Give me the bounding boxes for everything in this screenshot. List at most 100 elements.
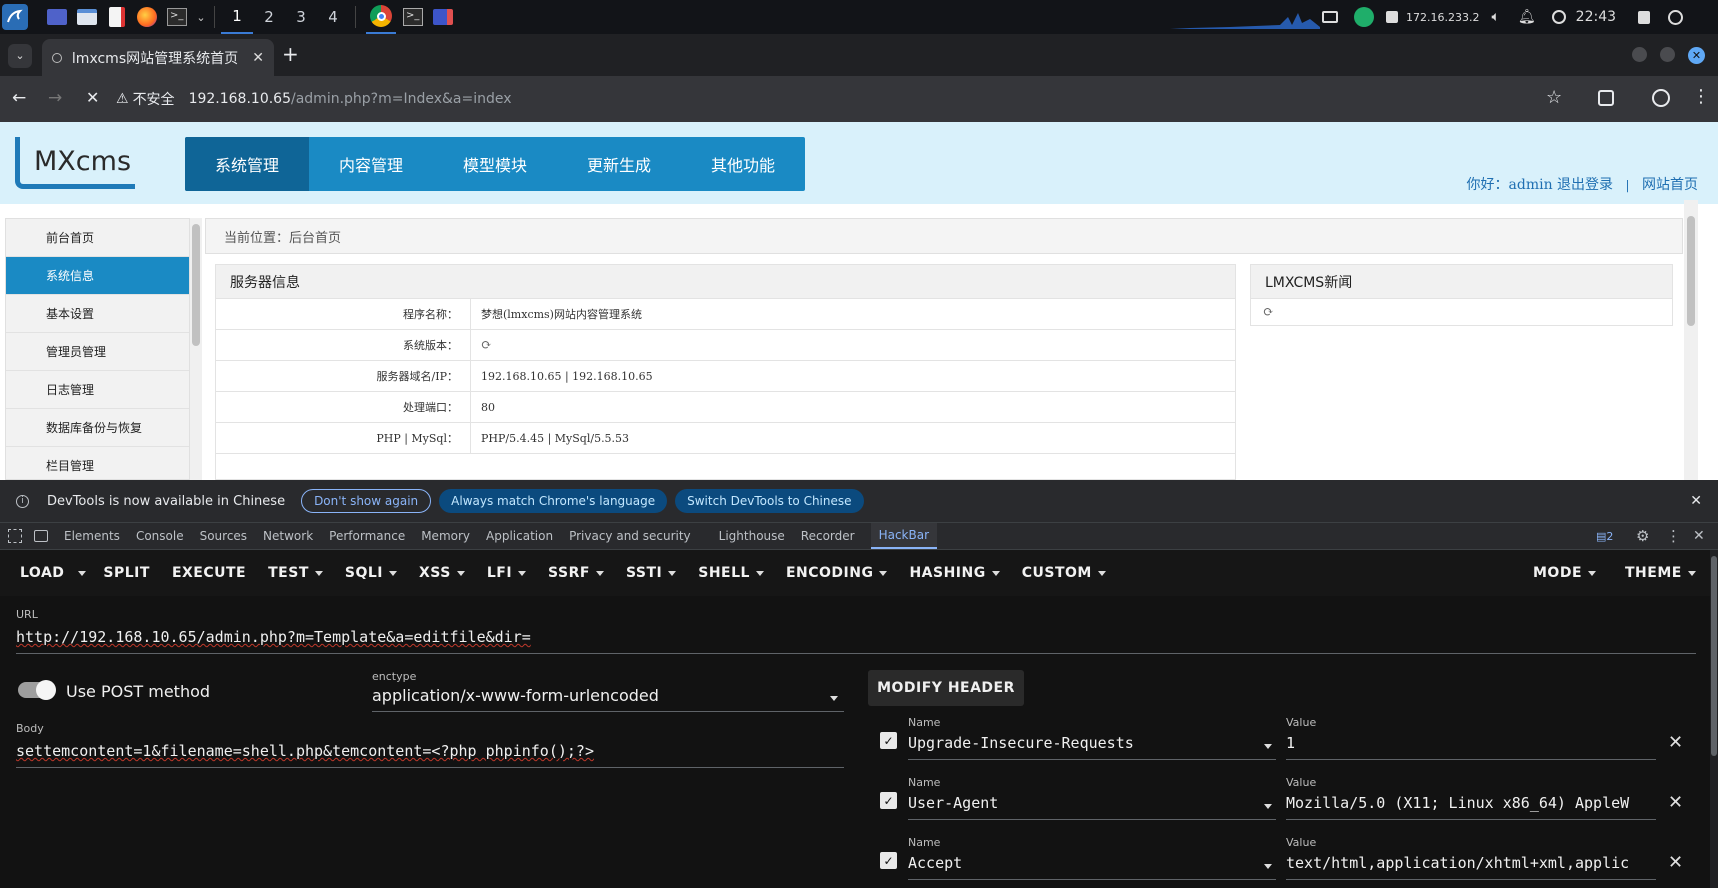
maximize-button[interactable] <box>1660 47 1675 62</box>
warning-icon[interactable]: ⚠ <box>116 91 129 107</box>
ssti-menu[interactable]: SSTI <box>615 550 687 596</box>
close-devtools-icon[interactable]: ✕ <box>1693 528 1705 544</box>
theme-menu[interactable]: THEME <box>1614 550 1707 596</box>
encoding-menu[interactable]: ENCODING <box>775 550 899 596</box>
tab-recorder[interactable]: Recorder <box>793 523 863 549</box>
nav-other[interactable]: 其他功能 <box>681 137 805 191</box>
sidebar-item-logs[interactable]: 日志管理 <box>6 371 189 409</box>
tab-sources[interactable]: Sources <box>192 523 255 549</box>
profile-icon[interactable] <box>1652 89 1670 107</box>
hackbar-scrollbar[interactable] <box>1710 550 1718 888</box>
security-label[interactable]: 不安全 <box>133 89 175 109</box>
volume-icon[interactable]: 🔈︎ <box>1491 9 1499 25</box>
close-banner-icon[interactable]: ✕ <box>1690 493 1702 509</box>
body-input[interactable]: settemcontent=1&filename=shell.php&temco… <box>16 742 844 768</box>
nav-content[interactable]: 内容管理 <box>309 137 433 191</box>
header-value-input[interactable]: text/html,application/xhtml+xml,applic <box>1286 854 1656 880</box>
header-name-input[interactable]: User-Agent <box>908 794 1276 820</box>
clock[interactable]: 22:43 <box>1576 9 1616 25</box>
lock-screen-icon[interactable] <box>1638 10 1651 24</box>
sidebar-item-columns[interactable]: 栏目管理 <box>6 447 189 480</box>
url-input[interactable]: http://192.168.10.65/admin.php?m=Templat… <box>16 628 1696 654</box>
remove-header-icon[interactable]: ✕ <box>1668 792 1683 813</box>
workspace-3[interactable]: 3 <box>285 0 317 34</box>
execute-button[interactable]: EXECUTE <box>161 550 257 596</box>
header-enabled-checkbox[interactable]: ✓ <box>880 792 897 809</box>
enctype-select[interactable]: application/x-www-form-urlencoded <box>372 686 844 712</box>
extensions-icon[interactable] <box>1598 90 1614 106</box>
desktop-icon[interactable] <box>44 4 70 30</box>
site-logo[interactable]: MXcms <box>15 137 135 189</box>
dont-show-again-button[interactable]: Don't show again <box>301 489 432 513</box>
ssrf-menu[interactable]: SSRF <box>537 550 615 596</box>
header-enabled-checkbox[interactable]: ✓ <box>880 852 897 869</box>
sidebar-item-basic[interactable]: 基本设置 <box>6 295 189 333</box>
modify-header-button[interactable]: MODIFY HEADER <box>868 670 1024 706</box>
tab-hackbar[interactable]: HackBar <box>870 523 938 549</box>
custom-menu[interactable]: CUSTOM <box>1011 550 1117 596</box>
address-bar[interactable]: ⚠ 不安全 192.168.10.65 /admin.php?m=Index&a… <box>116 83 1576 115</box>
tab-memory[interactable]: Memory <box>413 523 478 549</box>
split-button[interactable]: SPLIT <box>92 550 161 596</box>
settings-gear-icon[interactable]: ⚙ <box>1636 527 1649 545</box>
mode-menu[interactable]: MODE <box>1522 550 1607 596</box>
vpn-status-icon[interactable] <box>1354 7 1374 27</box>
forward-icon[interactable]: → <box>48 88 62 108</box>
terminal-window-icon[interactable]: >_ <box>400 4 426 30</box>
refresh-icon[interactable]: ⟳ <box>1263 305 1274 320</box>
workspace-2[interactable]: 2 <box>253 0 285 34</box>
load-dropdown[interactable] <box>72 550 92 596</box>
switch-chinese-button[interactable]: Switch DevTools to Chinese <box>675 489 864 513</box>
sidebar-item-sysinfo[interactable]: 系统信息 <box>6 257 189 295</box>
test-menu[interactable]: TEST <box>257 550 334 596</box>
back-icon[interactable]: ← <box>12 88 26 108</box>
tab-network[interactable]: Network <box>255 523 321 549</box>
workspace-4[interactable]: 4 <box>317 0 349 34</box>
header-value-input[interactable]: 1 <box>1286 734 1656 760</box>
monitor-icon[interactable] <box>1322 11 1338 23</box>
chevron-down-icon[interactable]: ⌄ <box>194 4 208 30</box>
browser-tab[interactable]: lmxcms网站管理系统首页 ✕ <box>42 39 274 76</box>
tab-performance[interactable]: Performance <box>321 523 413 549</box>
sidebar-item-admins[interactable]: 管理员管理 <box>6 333 189 371</box>
nav-system[interactable]: 系统管理 <box>185 137 309 191</box>
firefox-icon[interactable] <box>134 4 160 30</box>
power-icon[interactable] <box>1668 9 1684 25</box>
sidebar-scrollbar[interactable] <box>190 218 202 480</box>
workspace-1[interactable]: 1 <box>221 0 253 34</box>
remove-header-icon[interactable]: ✕ <box>1668 852 1683 873</box>
xss-menu[interactable]: XSS <box>408 550 476 596</box>
tab-elements[interactable]: Elements <box>56 523 128 549</box>
tab-lighthouse[interactable]: Lighthouse <box>711 523 793 549</box>
chrome-menu-icon[interactable]: ⋮ <box>1692 86 1710 107</box>
match-language-button[interactable]: Always match Chrome's language <box>439 489 668 513</box>
chrome-icon[interactable] <box>366 0 396 34</box>
hashing-menu[interactable]: HASHING <box>898 550 1010 596</box>
logout-link[interactable]: 退出登录 <box>1557 177 1613 193</box>
tab-console[interactable]: Console <box>128 523 192 549</box>
nav-update[interactable]: 更新生成 <box>557 137 681 191</box>
sqli-menu[interactable]: SQLI <box>334 550 408 596</box>
tab-privacy[interactable]: Privacy and security <box>561 523 699 549</box>
notifications-icon[interactable]: 🔔︎ <box>1518 9 1536 25</box>
burp-icon[interactable] <box>430 4 456 30</box>
page-scrollbar[interactable] <box>1684 200 1698 480</box>
issues-badge[interactable]: ▤2 <box>1596 530 1613 543</box>
post-method-toggle[interactable] <box>18 680 56 700</box>
stop-loading-icon[interactable]: ✕ <box>86 88 99 107</box>
text-editor-icon[interactable] <box>104 4 130 30</box>
close-window-button[interactable]: ✕ <box>1688 47 1705 64</box>
header-value-input[interactable]: Mozilla/5.0 (X11; Linux x86_64) AppleW <box>1286 794 1656 820</box>
files-icon[interactable] <box>74 4 100 30</box>
home-link[interactable]: 网站首页 <box>1642 177 1698 193</box>
header-enabled-checkbox[interactable]: ✓ <box>880 732 897 749</box>
shell-menu[interactable]: SHELL <box>687 550 775 596</box>
inspect-icon[interactable] <box>8 529 22 543</box>
close-tab-icon[interactable]: ✕ <box>252 50 264 66</box>
header-name-input[interactable]: Upgrade-Insecure-Requests <box>908 734 1276 760</box>
header-name-input[interactable]: Accept <box>908 854 1276 880</box>
sidebar-item-frontend[interactable]: 前台首页 <box>6 219 189 257</box>
more-menu-icon[interactable]: ⋮ <box>1666 527 1681 545</box>
tab-application[interactable]: Application <box>478 523 561 549</box>
power-status-icon[interactable] <box>1551 10 1566 24</box>
